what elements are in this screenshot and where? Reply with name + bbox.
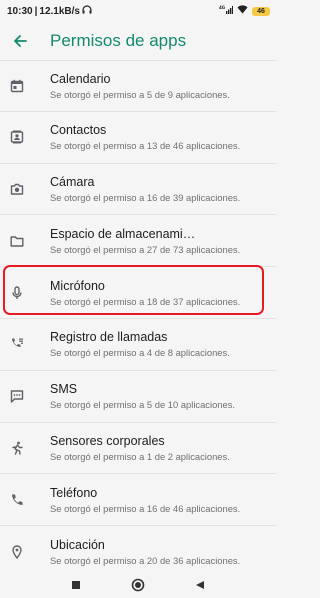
permission-subtitle: Se otorgó el permiso a 5 de 10 aplicacio… xyxy=(50,399,236,411)
signal-icon: 4G xyxy=(219,5,233,17)
separator: | xyxy=(34,5,38,17)
permission-text: Registro de llamadas Se otorgó el permis… xyxy=(50,330,230,358)
navigation-bar xyxy=(0,572,276,598)
permission-subtitle: Se otorgó el permiso a 18 de 37 aplicaci… xyxy=(50,295,241,307)
recents-button[interactable] xyxy=(68,577,84,593)
permission-subtitle: Se otorgó el permiso a 13 de 46 aplicaci… xyxy=(50,140,241,152)
permission-title: Ubicación xyxy=(50,538,105,553)
circle-icon xyxy=(131,578,145,592)
status-bar: 10:30 | 12.1kB/s 4G 46 xyxy=(0,0,276,22)
square-icon xyxy=(72,581,80,589)
permission-subtitle: Se otorgó el permiso a 5 de 9 aplicacion… xyxy=(50,88,230,100)
phone-icon xyxy=(0,474,34,525)
microphone-icon xyxy=(0,267,34,318)
headphones-icon xyxy=(82,5,92,17)
home-button[interactable] xyxy=(130,577,146,593)
permission-text: Micrófono Se otorgó el permiso a 18 de 3… xyxy=(50,279,240,307)
permission-text: Ubicación Se otorgó el permiso a 20 de 3… xyxy=(50,538,240,566)
permission-row-storage[interactable]: Espacio de almacenami… Se otorgó el perm… xyxy=(0,215,276,268)
permission-row-calendar[interactable]: Calendario Se otorgó el permiso a 5 de 9… xyxy=(0,60,276,112)
permission-row-body-sensors[interactable]: Sensores corporales Se otorgó el permiso… xyxy=(0,423,276,475)
back-button[interactable] xyxy=(0,22,40,60)
permission-title: Sensores corporales xyxy=(50,433,165,448)
permission-title: Teléfono xyxy=(50,485,98,500)
camera-icon xyxy=(0,164,34,215)
battery-icon: 46 xyxy=(252,6,270,16)
permission-text: Calendario Se otorgó el permiso a 5 de 9… xyxy=(50,72,230,100)
permission-text: Teléfono Se otorgó el permiso a 16 de 46… xyxy=(50,486,240,514)
permission-row-sms[interactable]: SMS Se otorgó el permiso a 5 de 10 aplic… xyxy=(0,371,276,423)
permission-subtitle: Se otorgó el permiso a 20 de 36 aplicaci… xyxy=(50,555,241,567)
permission-title: Contactos xyxy=(50,123,107,138)
status-right: 4G 46 xyxy=(219,5,270,17)
back-nav-button[interactable] xyxy=(192,577,208,593)
permission-subtitle: Se otorgó el permiso a 16 de 39 aplicaci… xyxy=(50,191,241,203)
svg-text:4G: 4G xyxy=(219,5,225,10)
permission-title: SMS xyxy=(50,382,78,397)
clock: 10:30 xyxy=(7,5,33,17)
permission-row-location[interactable]: Ubicación Se otorgó el permiso a 20 de 3… xyxy=(0,526,276,578)
permission-title: Registro de llamadas xyxy=(50,330,168,345)
permission-title: Micrófono xyxy=(50,278,105,293)
permission-text: Sensores corporales Se otorgó el permiso… xyxy=(50,434,230,462)
triangle-back-icon xyxy=(196,581,204,589)
network-speed: 12.1kB/s xyxy=(39,5,80,17)
permission-row-microphone[interactable]: Micrófono Se otorgó el permiso a 18 de 3… xyxy=(0,267,276,319)
permission-text: Espacio de almacenami… Se otorgó el perm… xyxy=(50,227,240,255)
arrow-back-icon xyxy=(14,35,27,47)
permission-subtitle: Se otorgó el permiso a 16 de 46 aplicaci… xyxy=(50,502,241,514)
permission-title: Espacio de almacenami… xyxy=(50,226,196,241)
permission-subtitle: Se otorgó el permiso a 27 de 73 aplicaci… xyxy=(50,243,241,255)
contacts-icon xyxy=(0,112,34,163)
permission-row-camera[interactable]: Cámara Se otorgó el permiso a 16 de 39 a… xyxy=(0,164,276,216)
permission-row-contacts[interactable]: Contactos Se otorgó el permiso a 13 de 4… xyxy=(0,112,276,164)
folder-icon xyxy=(0,215,34,266)
permission-text: Contactos Se otorgó el permiso a 13 de 4… xyxy=(50,123,240,151)
permission-row-phone[interactable]: Teléfono Se otorgó el permiso a 16 de 46… xyxy=(0,474,276,527)
permission-subtitle: Se otorgó el permiso a 4 de 8 aplicacion… xyxy=(50,347,230,359)
location-icon xyxy=(0,526,34,578)
permission-subtitle: Se otorgó el permiso a 1 de 2 aplicacion… xyxy=(50,450,230,462)
wifi-icon xyxy=(237,5,248,17)
permissions-list: Calendario Se otorgó el permiso a 5 de 9… xyxy=(0,60,276,578)
permission-text: SMS Se otorgó el permiso a 5 de 10 aplic… xyxy=(50,382,235,410)
status-left: 10:30 | 12.1kB/s xyxy=(7,5,92,17)
permission-title: Calendario xyxy=(50,71,111,86)
permission-title: Cámara xyxy=(50,174,95,189)
sms-icon xyxy=(0,371,34,422)
page-title: Permisos de apps xyxy=(50,31,187,50)
permission-text: Cámara Se otorgó el permiso a 16 de 39 a… xyxy=(50,175,240,203)
calendar-icon xyxy=(0,61,34,111)
body-sensors-icon xyxy=(0,423,34,474)
app-bar: Permisos de apps xyxy=(0,22,276,60)
call-log-icon xyxy=(0,319,34,370)
permission-row-call-log[interactable]: Registro de llamadas Se otorgó el permis… xyxy=(0,319,276,371)
